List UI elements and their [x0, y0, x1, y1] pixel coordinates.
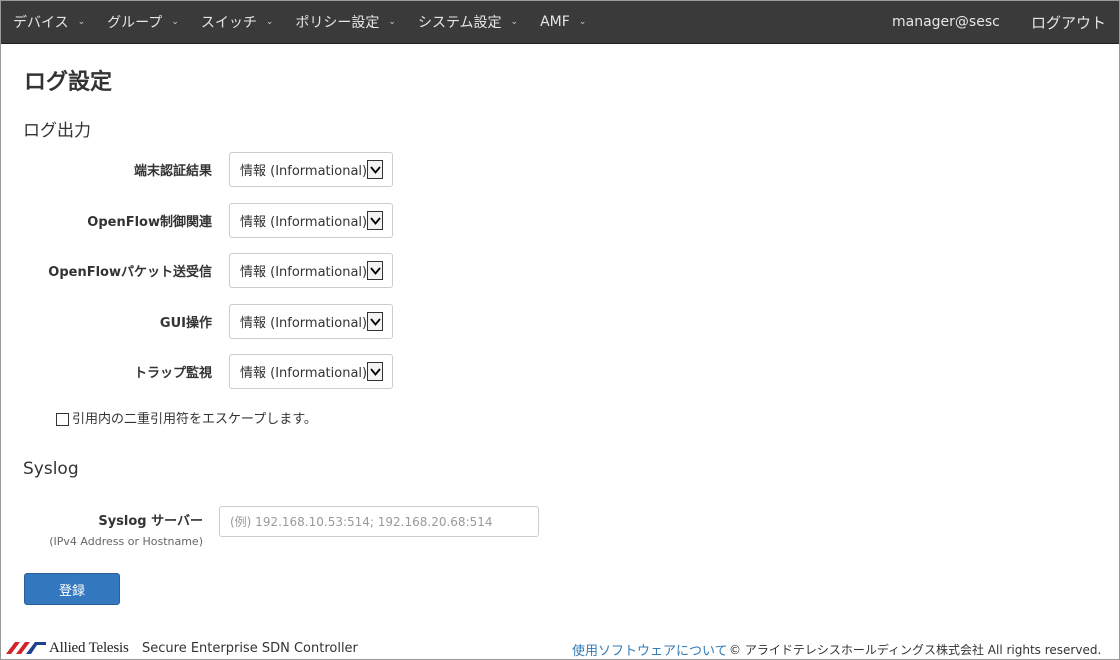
device-auth-result-select[interactable]: 情報 (Informational) — [229, 152, 393, 187]
page-title: ログ設定 — [24, 70, 113, 95]
logout-link[interactable]: ログアウト — [1031, 0, 1106, 44]
software-info-link[interactable]: 使用ソフトウェアについて — [572, 640, 728, 659]
syslog-server-label: Syslog サーバー — [98, 514, 203, 529]
field-label: 端末認証結果 — [133, 164, 212, 179]
nav-item-label: ポリシー設定 — [295, 15, 380, 31]
brand-name: Allied Telesis — [49, 639, 129, 656]
checkbox-label: 引用内の二重引用符をエスケープします。 — [72, 412, 317, 427]
openflow-packet-select[interactable]: 情報 (Informational) — [229, 253, 393, 288]
field-label: OpenFlow制御関連 — [87, 215, 212, 230]
escape-quotes-checkbox[interactable] — [56, 413, 69, 426]
nav-menu: デバイス ⌄ グループ ⌄ スイッチ ⌄ ポリシー設定 ⌄ システム設定 ⌄ A… — [0, 0, 597, 44]
chevron-down-icon — [367, 362, 383, 381]
register-button[interactable]: 登録 — [24, 573, 120, 605]
chevron-down-icon: ⌄ — [171, 17, 179, 27]
nav-item-devices[interactable]: デバイス ⌄ — [2, 0, 96, 44]
gui-operation-select[interactable]: 情報 (Informational) — [229, 304, 393, 339]
form-row-openflow-control: OpenFlow制御関連 情報 (Informational) — [0, 203, 420, 239]
syslog-server-hint: (IPv4 Address or Hostname) — [49, 535, 203, 548]
nav-item-label: システム設定 — [417, 15, 502, 31]
logo-mark-icon — [6, 642, 46, 654]
field-label: GUI操作 — [159, 316, 212, 331]
chevron-down-icon: ⌄ — [265, 17, 274, 27]
syslog-server-input[interactable] — [219, 506, 539, 537]
chevron-down-icon: ⌄ — [77, 17, 86, 27]
select-value: 情報 (Informational) — [240, 316, 368, 331]
product-name: Secure Enterprise SDN Controller — [142, 641, 358, 656]
copyright-text: © アライドテレシスホールディングス株式会社 All rights reserv… — [729, 643, 1102, 657]
allied-telesis-logo: Allied Telesis — [6, 638, 129, 658]
select-value: 情報 (Informational) — [240, 164, 368, 179]
nav-item-label: グループ — [107, 15, 163, 31]
nav-item-amf[interactable]: AMF ⌄ — [529, 0, 597, 44]
form-row-openflow-packet: OpenFlowパケット送受信 情報 (Informational) — [0, 253, 420, 289]
chevron-down-icon: ⌄ — [510, 17, 519, 27]
field-label: トラップ監視 — [133, 366, 212, 381]
nav-item-switches[interactable]: スイッチ ⌄ — [190, 0, 285, 44]
nav-item-label: スイッチ — [200, 15, 257, 31]
chevron-down-icon — [367, 211, 383, 230]
nav-item-groups[interactable]: グループ ⌄ — [96, 0, 190, 44]
current-user: manager@sesc — [892, 14, 1000, 30]
form-row-gui-operation: GUI操作 情報 (Informational) — [0, 304, 420, 340]
top-navbar: デバイス ⌄ グループ ⌄ スイッチ ⌄ ポリシー設定 ⌄ システム設定 ⌄ A… — [0, 0, 1120, 44]
form-row-device-auth-result: 端末認証結果 情報 (Informational) — [0, 152, 420, 188]
select-value: 情報 (Informational) — [240, 215, 368, 230]
section-title-log-output: ログ出力 — [23, 121, 91, 141]
chevron-down-icon: ⌄ — [388, 17, 396, 27]
select-value: 情報 (Informational) — [240, 265, 368, 280]
chevron-down-icon — [367, 312, 383, 331]
escape-quotes-option[interactable]: 引用内の二重引用符をエスケープします。 — [56, 408, 317, 427]
select-value: 情報 (Informational) — [240, 366, 368, 381]
nav-item-label: AMF — [540, 14, 570, 30]
nav-item-system-settings[interactable]: システム設定 ⌄ — [407, 0, 529, 44]
section-title-syslog: Syslog — [23, 459, 79, 479]
trap-monitoring-select[interactable]: 情報 (Informational) — [229, 354, 393, 389]
form-row-trap-monitoring: トラップ監視 情報 (Informational) — [0, 354, 420, 390]
nav-item-label: デバイス — [13, 15, 69, 31]
chevron-down-icon — [367, 261, 383, 280]
field-label: OpenFlowパケット送受信 — [48, 265, 212, 280]
nav-item-policy-settings[interactable]: ポリシー設定 ⌄ — [284, 0, 407, 44]
chevron-down-icon: ⌄ — [578, 17, 587, 27]
chevron-down-icon — [367, 160, 383, 179]
openflow-control-select[interactable]: 情報 (Informational) — [229, 203, 393, 238]
